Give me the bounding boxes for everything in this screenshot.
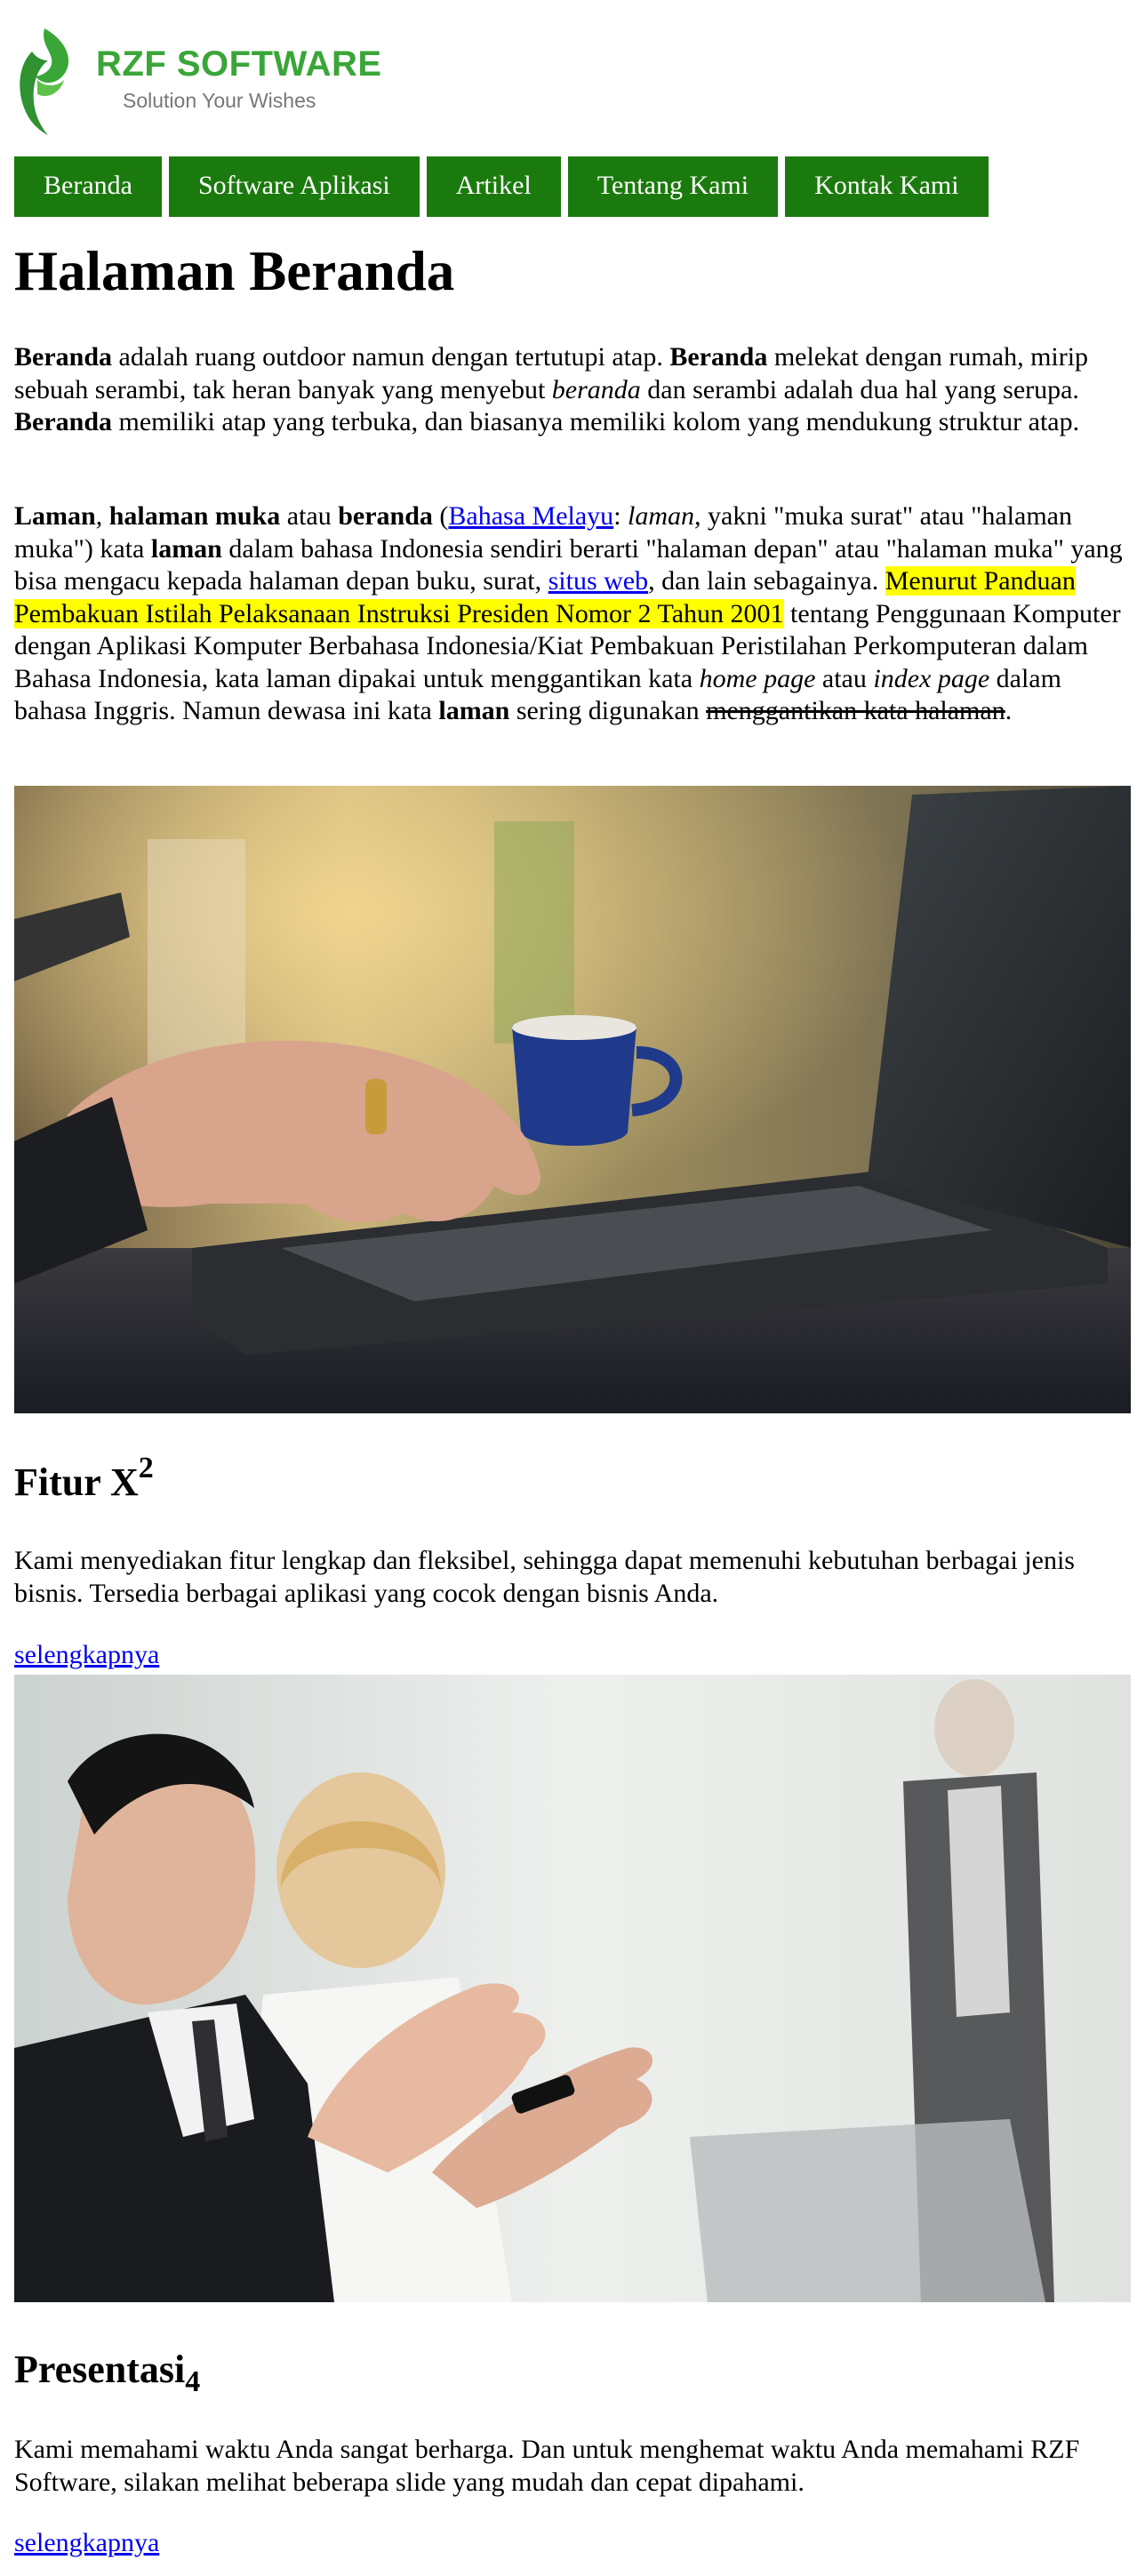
laman-paragraph: Laman, halaman muka atau beranda (Bahasa…: [14, 501, 1123, 725]
strikethrough-text: menggantikan kata halaman: [706, 696, 1005, 725]
intro-paragraph: Beranda adalah ruang outdoor namun denga…: [14, 342, 1089, 436]
nav-item-beranda[interactable]: Beranda: [14, 156, 162, 217]
presentation-photo: [14, 1675, 1131, 2302]
situs-web-link[interactable]: situs web: [548, 566, 649, 596]
selengkapnya-link-presentasi[interactable]: selengkapnya: [14, 2527, 159, 2559]
nav-item-artikel[interactable]: Artikel: [426, 156, 561, 217]
section-text-presentasi: Kami memahami waktu Anda sangat berharga…: [14, 2435, 1080, 2497]
section-title-presentasi: Presentasi4: [14, 2348, 201, 2398]
bahasa-melayu-link[interactable]: Bahasa Melayu: [448, 501, 613, 531]
page-title: Halaman Beranda: [14, 240, 455, 302]
laptop-photo: [14, 786, 1131, 1413]
main-nav: Beranda Software Aplikasi Artikel Tentan…: [14, 156, 989, 217]
section-title-fitur: Fitur X2: [14, 1452, 154, 1504]
logo-mark-icon: [20, 28, 69, 135]
logo-tagline: Solution Your Wishes: [123, 89, 316, 112]
nav-item-tentang-kami[interactable]: Tentang Kami: [567, 156, 779, 217]
section-text-fitur: Kami menyediakan fitur lengkap dan fleks…: [14, 1546, 1075, 1608]
logo-brand-text: RZF SOFTWARE: [96, 44, 382, 84]
page: RZF SOFTWARE Solution Your Wishes Berand…: [0, 0, 1145, 2576]
nav-item-software-aplikasi[interactable]: Software Aplikasi: [168, 156, 420, 217]
site-logo[interactable]: RZF SOFTWARE Solution Your Wishes: [14, 25, 381, 139]
nav-item-kontak-kami[interactable]: Kontak Kami: [785, 156, 989, 217]
selengkapnya-link-fitur[interactable]: selengkapnya: [14, 1639, 159, 1671]
